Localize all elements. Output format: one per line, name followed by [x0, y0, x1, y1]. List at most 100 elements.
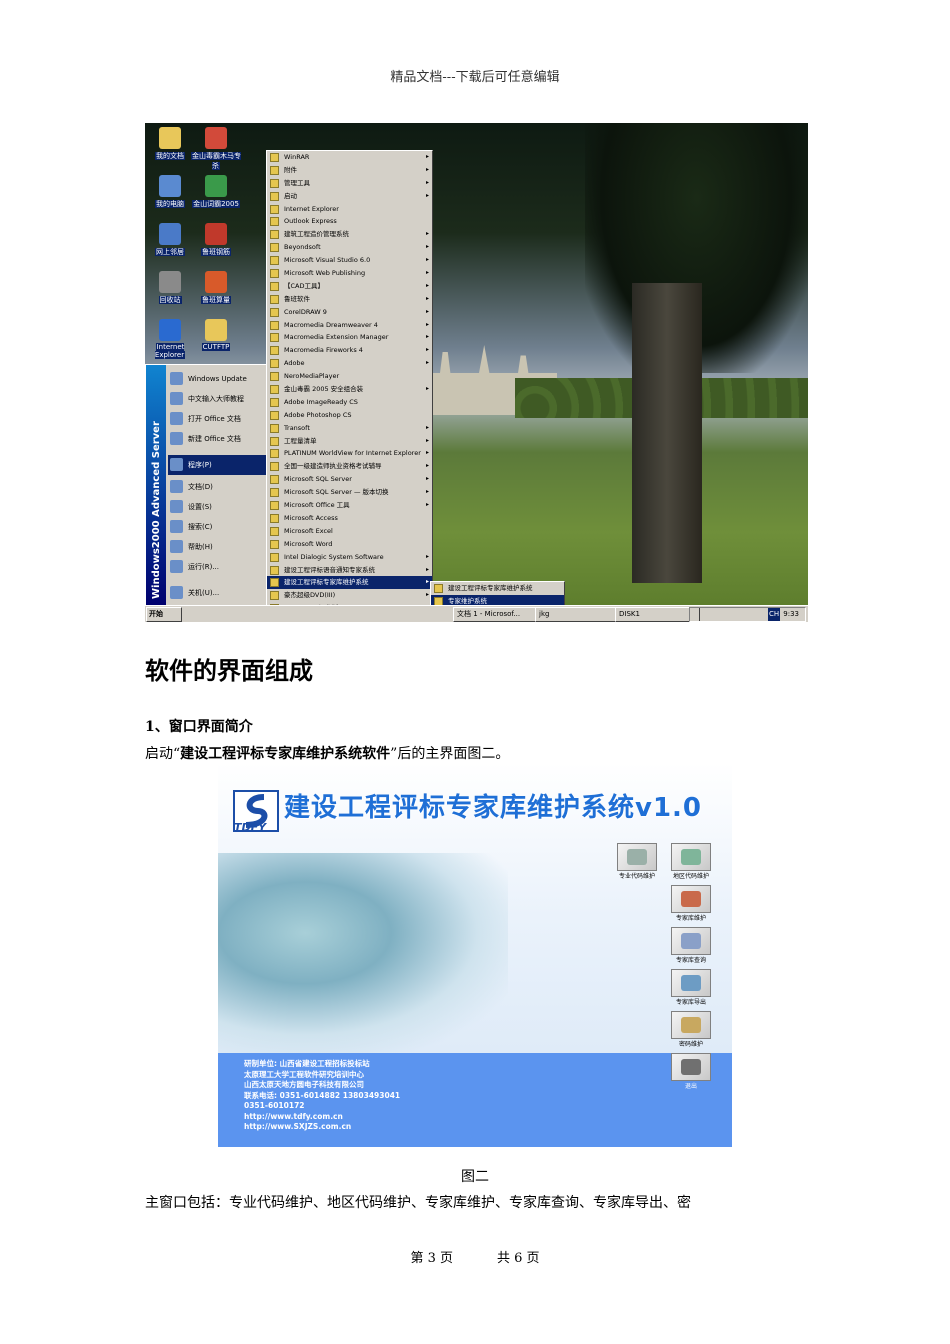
start-menu-item-label: 帮助(H)	[188, 543, 213, 551]
language-indicator[interactable]: CH	[768, 608, 781, 621]
portrait-image	[218, 853, 508, 1053]
menu-item-label: Macromedia Extension Manager	[284, 333, 389, 342]
programs-menu-item[interactable]: Intel Dialogic System Software ▸	[267, 551, 432, 564]
desktop-icon-label: 鲁班算量	[201, 296, 231, 304]
app-function-button[interactable]: 专业代码维护	[616, 843, 658, 881]
info-line: 联系电话: 0351-6014882 13803493041	[244, 1090, 401, 1100]
desktop-icon[interactable]: 金山毒霸木马专杀	[191, 127, 241, 171]
programs-menu-item[interactable]: Microsoft Access	[267, 512, 432, 525]
menu-item-label: CorelDRAW 9	[284, 307, 327, 316]
chevron-right-icon: ▸	[425, 178, 429, 186]
programs-menu-item[interactable]: Microsoft Office 工具 ▸	[267, 499, 432, 512]
desktop-icon[interactable]: 鲁班算量	[191, 271, 241, 305]
start-menu-item[interactable]: 关机(U)...	[168, 583, 268, 603]
programs-menu-item[interactable]: Adobe ▸	[267, 357, 432, 370]
start-menu-item[interactable]: 运行(R)...	[168, 557, 268, 577]
function-icon	[671, 885, 711, 913]
programs-menu-item[interactable]: Microsoft Web Publishing ▸	[267, 267, 432, 280]
menu-item-label: Microsoft Word	[284, 539, 333, 548]
menu-item-label: 全国一级建造师执业资格考试辅导	[284, 462, 382, 471]
programs-menu-item[interactable]: Microsoft SQL Server — 版本切换 ▸	[267, 486, 432, 499]
function-icon	[671, 1053, 711, 1081]
programs-menu-item[interactable]: 管理工具 ▸	[267, 177, 432, 190]
chevron-right-icon: ▸	[425, 307, 429, 315]
programs-menu-item[interactable]: Microsoft SQL Server ▸	[267, 473, 432, 486]
programs-menu-item[interactable]: 【CAD工具】 ▸	[267, 280, 432, 293]
info-line: 0351-6010172	[244, 1101, 305, 1110]
programs-menu-item[interactable]: Macromedia Fireworks 4 ▸	[267, 344, 432, 357]
app-function-button[interactable]: 地区代码维护	[670, 843, 712, 881]
programs-menu-item[interactable]: Beyondsoft ▸	[267, 241, 432, 254]
programs-menu-item[interactable]: 金山毒霸 2005 安全组合装 ▸	[267, 383, 432, 396]
programs-menu-item[interactable]: 附件 ▸	[267, 164, 432, 177]
desktop-icon[interactable]: Internet Explorer	[145, 319, 195, 359]
programs-menu-item[interactable]: Internet Explorer	[267, 203, 432, 216]
desktop-icon[interactable]: 网上邻居	[145, 223, 195, 257]
body-paragraph: 主窗口包括：专业代码维护、地区代码维护、专家库维护、专家库查询、专家库导出、密	[145, 1195, 691, 1211]
programs-menu-item[interactable]: NeroMediaPlayer	[267, 370, 432, 383]
menu-item-label: 专家维护系统	[448, 596, 487, 605]
programs-menu-item[interactable]: Adobe ImageReady CS	[267, 396, 432, 409]
menu-item-label: Microsoft Office 工具	[284, 501, 350, 510]
start-button[interactable]: 开始	[146, 607, 182, 622]
start-menu-item[interactable]: 文档(D)	[168, 477, 268, 497]
app-title: 建设工程评标专家库维护系统v1.0	[284, 793, 703, 823]
submenu-item[interactable]: 建设工程评标专家库维护系统	[431, 582, 564, 595]
programs-menu-item[interactable]: Outlook Express	[267, 215, 432, 228]
programs-menu-item[interactable]: Macromedia Dreamweaver 4 ▸	[267, 319, 432, 332]
app-function-button[interactable]: 专家库导出	[670, 969, 712, 1007]
menu-item-label: Macromedia Dreamweaver 4	[284, 320, 378, 329]
info-line: http://www.tdfy.com.cn	[244, 1111, 343, 1121]
programs-menu-item[interactable]: CorelDRAW 9 ▸	[267, 306, 432, 319]
chevron-right-icon: ▸	[425, 385, 429, 393]
start-menu-item[interactable]: 打开 Office 文档	[168, 409, 268, 429]
desktop-app-icon	[159, 127, 181, 149]
desktop-icon[interactable]: 我的电脑	[145, 175, 195, 209]
section-title: 软件的界面组成	[145, 657, 313, 685]
start-menu-item[interactable]: 中文输入大师教程	[168, 389, 268, 409]
app-function-button[interactable]: 专家库维护	[670, 885, 712, 923]
start-menu-item[interactable]: 设置(S)	[168, 497, 268, 517]
chevron-right-icon: ▸	[425, 269, 429, 277]
programs-menu-item[interactable]: Microsoft Word	[267, 538, 432, 551]
taskbar-jkg-button[interactable]: jkg	[535, 607, 616, 622]
start-menu-item-label: 设置(S)	[188, 503, 212, 511]
programs-menu-item[interactable]: Transoft ▸	[267, 422, 432, 435]
desktop-icon[interactable]: 金山词霸2005	[191, 175, 241, 209]
programs-menu-item[interactable]: 全国一级建造师执业资格考试辅导 ▸	[267, 460, 432, 473]
programs-menu-item[interactable]: 鲁班软件 ▸	[267, 293, 432, 306]
desktop-app-icon	[205, 319, 227, 341]
programs-menu-item[interactable]: Microsoft Visual Studio 6.0 ▸	[267, 254, 432, 267]
desktop-icon[interactable]: CUTFTP	[191, 319, 241, 351]
programs-menu-item[interactable]: 建设工程评标语音通知专家系统 ▸	[267, 564, 432, 577]
start-menu-item[interactable]: 新建 Office 文档	[168, 429, 268, 449]
start-menu-item[interactable]: 搜索(C)	[168, 517, 268, 537]
programs-menu-item[interactable]: Adobe Photoshop CS	[267, 409, 432, 422]
desktop-icon[interactable]: 回收站	[145, 271, 195, 305]
taskbar-word-button[interactable]: 文档 1 - Microsof...	[453, 607, 536, 622]
programs-menu-item[interactable]: 建筑工程造价管理系统 ▸	[267, 228, 432, 241]
app-function-button[interactable]: 密码维护	[670, 1011, 712, 1049]
desktop-icon[interactable]: 鲁班钢筋	[191, 223, 241, 257]
programs-menu-item[interactable]: WinRAR ▸	[267, 151, 432, 164]
menu-item-label: Transoft	[284, 423, 310, 432]
programs-menu-item[interactable]: 启动 ▸	[267, 190, 432, 203]
start-menu-item[interactable]: 帮助(H)	[168, 537, 268, 557]
desktop-app-icon	[159, 319, 181, 341]
programs-menu-item[interactable]: Microsoft Excel	[267, 525, 432, 538]
programs-menu-item[interactable]: 工程量清单 ▸	[267, 435, 432, 448]
menu-item-label: Adobe ImageReady CS	[284, 397, 358, 406]
start-menu-item[interactable]: 程序(P)	[168, 455, 268, 475]
start-menu-item[interactable]: Windows Update	[168, 369, 268, 389]
app-function-button[interactable]: 退出	[670, 1053, 712, 1091]
programs-menu-item[interactable]: PLATINUM WorldView for Internet Explorer…	[267, 447, 432, 460]
programs-menu-item[interactable]: Macromedia Extension Manager ▸	[267, 331, 432, 344]
programs-menu-item[interactable]: 豪杰超级DVD(III) ▸	[267, 589, 432, 602]
desktop-icon[interactable]: 我的文档	[145, 127, 195, 161]
programs-menu-item[interactable]: 建设工程评标专家库维护系统 ▸	[267, 576, 432, 590]
desktop-app-icon	[159, 175, 181, 197]
taskbar-disk-button[interactable]: DISK1	[615, 607, 700, 622]
menu-item-label: Microsoft Web Publishing	[284, 269, 366, 278]
menu-item-label: 建筑工程造价管理系统	[284, 230, 349, 239]
app-function-button[interactable]: 专家库查询	[670, 927, 712, 965]
